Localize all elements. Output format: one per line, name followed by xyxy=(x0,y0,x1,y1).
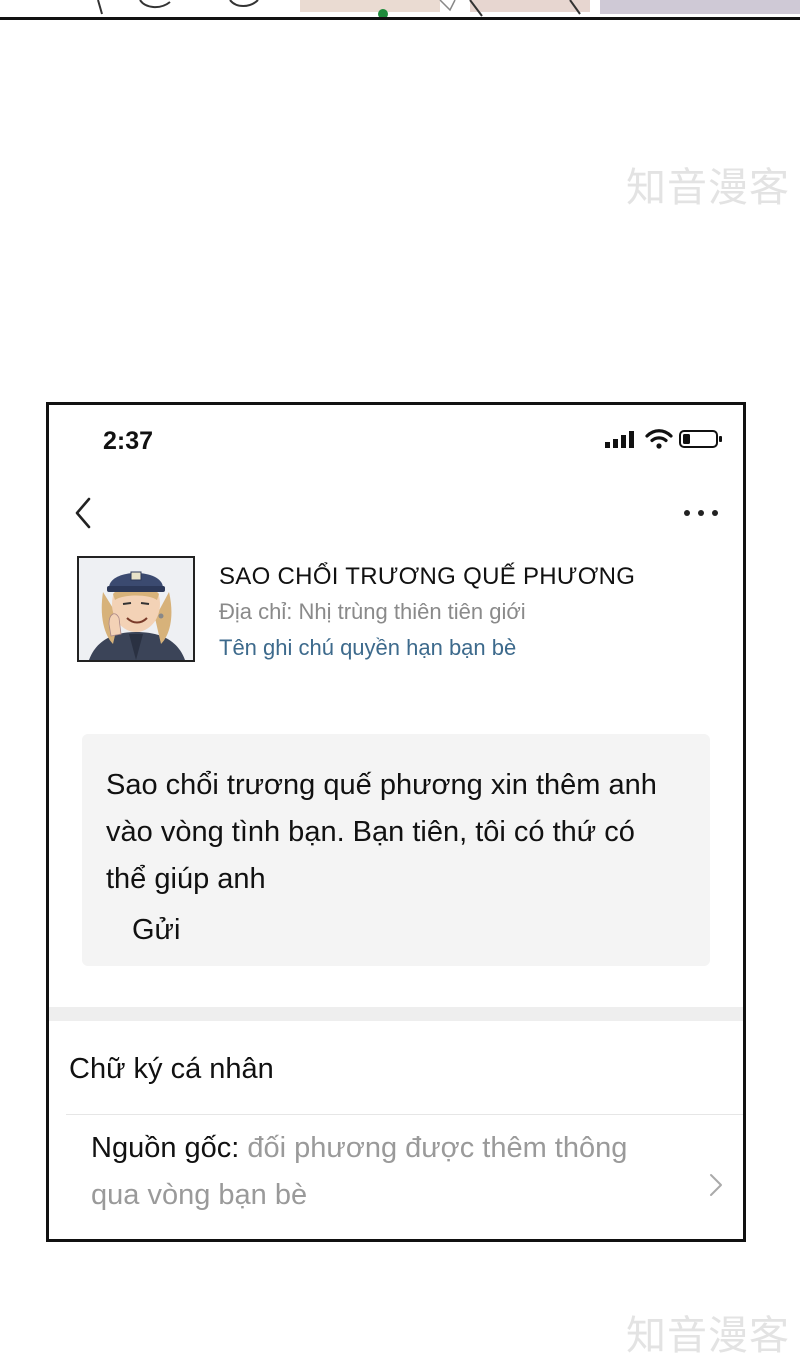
chevron-right-icon xyxy=(709,1172,723,1198)
more-dots-icon xyxy=(681,510,721,527)
avatar[interactable] xyxy=(77,556,195,662)
watermark: 知音漫客 xyxy=(626,1313,790,1359)
source-text: Nguồn gốc: đối phương được thêm thông qu… xyxy=(91,1125,681,1219)
message-text: Sao chổi trương quế phương xin thêm anh … xyxy=(106,769,657,895)
friend-request-message: Sao chổi trương quế phương xin thêm anh … xyxy=(82,734,710,966)
profile-name: SAO CHỔI TRƯƠNG QUẾ PHƯƠNG xyxy=(219,563,636,590)
source-row[interactable]: Nguồn gốc: đối phương được thêm thông qu… xyxy=(49,1115,743,1235)
friend-permission-link[interactable]: Tên ghi chú quyền hạn bạn bè xyxy=(219,635,516,661)
personal-signature-label: Chữ ký cá nhân xyxy=(69,1053,274,1085)
section-divider xyxy=(49,1007,743,1021)
more-options-button[interactable] xyxy=(681,503,721,523)
wifi-icon xyxy=(645,429,673,454)
status-time: 2:37 xyxy=(103,427,154,455)
signal-icon xyxy=(605,430,639,453)
source-label: Nguồn gốc: xyxy=(91,1132,240,1164)
watermark: 知音漫客 xyxy=(626,165,790,211)
phone-screen: 2:37 SAO CHỔI TRƯƠNG QUẾ PHƯƠNG Địa chỉ:… xyxy=(46,402,746,1242)
send-button[interactable]: Gửi xyxy=(132,914,180,947)
back-button[interactable] xyxy=(69,493,99,533)
chevron-left-icon xyxy=(69,497,99,537)
battery-icon xyxy=(679,429,723,454)
profile-address: Địa chỉ: Nhị trùng thiên tiên giới xyxy=(219,599,526,624)
comic-panel-edge xyxy=(0,0,800,20)
status-icons xyxy=(605,429,723,454)
status-bar: 2:37 xyxy=(49,405,743,475)
